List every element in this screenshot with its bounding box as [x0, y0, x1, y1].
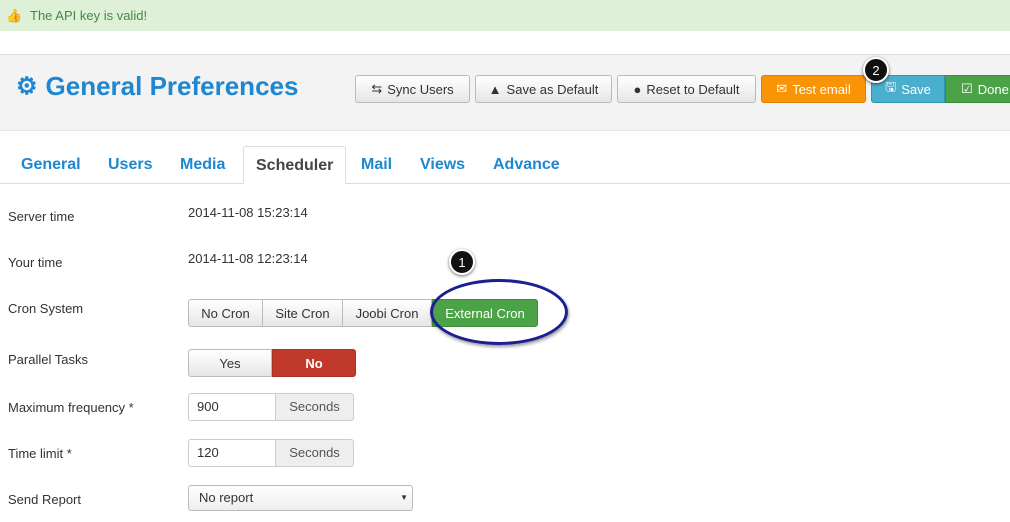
tab-users[interactable]: Users	[96, 146, 164, 184]
tab-general[interactable]: General	[9, 146, 93, 184]
server-time-label: Server time	[8, 209, 75, 224]
max-frequency-label: Maximum frequency *	[8, 400, 134, 415]
sync-label: Sync Users	[387, 81, 454, 97]
your-time-value: 2014-11-08 12:23:14	[188, 251, 308, 266]
test-email-label: Test email	[792, 81, 851, 97]
exclamation-icon: ●	[633, 81, 642, 97]
sync-icon: ⇆	[371, 81, 383, 96]
done-label: Done	[977, 81, 1009, 97]
time-limit-input[interactable]: 120	[188, 439, 276, 467]
save-default-label: Save as Default	[506, 81, 599, 97]
warning-icon: ▲	[488, 81, 502, 97]
tab-views[interactable]: Views	[408, 146, 477, 184]
parallel-yes-button[interactable]: Yes	[188, 349, 272, 377]
time-limit-label: Time limit *	[8, 446, 72, 461]
cron-no-cron-button[interactable]: No Cron	[188, 299, 263, 327]
annotation-ellipse	[430, 279, 568, 345]
test-email-button[interactable]: ✉ Test email	[761, 75, 866, 103]
tab-scheduler[interactable]: Scheduler	[243, 146, 347, 185]
cron-system-label: Cron System	[8, 301, 84, 316]
tab-mail[interactable]: Mail	[349, 146, 404, 184]
done-button[interactable]: ☑ Done	[945, 75, 1010, 103]
tab-advance[interactable]: Advance	[481, 146, 572, 184]
reset-label: Reset to Default	[646, 81, 740, 97]
save-as-default-button[interactable]: ▲ Save as Default	[475, 75, 612, 103]
thumbs-up-icon: 👍	[6, 7, 23, 23]
envelope-icon: ✉	[776, 81, 788, 96]
alert-text: The API key is valid!	[30, 8, 148, 23]
send-report-select[interactable]: No report ▼	[188, 485, 413, 511]
page-header: ⚙ General Preferences ⇆ Sync Users ▲ Save a…	[0, 54, 1010, 131]
sync-users-button[interactable]: ⇆ Sync Users	[355, 75, 470, 103]
send-report-value: No report	[199, 490, 254, 505]
annotation-badge-2: 2	[863, 57, 889, 83]
page-title: ⚙ General Preferences	[16, 71, 298, 102]
tab-media[interactable]: Media	[168, 146, 237, 184]
save-label: Save	[901, 81, 931, 97]
max-frequency-unit: Seconds	[275, 393, 354, 421]
reset-to-default-button[interactable]: ● Reset to Default	[617, 75, 756, 103]
parallel-tasks-label: Parallel Tasks	[8, 352, 88, 367]
cron-site-cron-button[interactable]: Site Cron	[262, 299, 343, 327]
success-alert: 👍 The API key is valid!	[0, 0, 1010, 31]
send-report-label: Send Report	[8, 492, 81, 507]
gears-icon: ⚙	[16, 73, 38, 100]
your-time-label: Your time	[8, 255, 63, 270]
max-frequency-input[interactable]: 900	[188, 393, 276, 421]
floppy-icon: 🖫	[885, 79, 897, 94]
check-icon: ☑	[961, 81, 973, 96]
server-time-value: 2014-11-08 15:23:14	[188, 205, 308, 220]
tab-bar: General Users Media Scheduler Mail Views…	[0, 146, 1010, 185]
cron-joobi-cron-button[interactable]: Joobi Cron	[342, 299, 432, 327]
page-title-text: General Preferences	[45, 71, 299, 101]
time-limit-unit: Seconds	[275, 439, 354, 467]
annotation-badge-1: 1	[449, 249, 475, 275]
parallel-no-button[interactable]: No	[272, 349, 356, 377]
dropdown-arrow-icon: ▼	[400, 493, 408, 502]
